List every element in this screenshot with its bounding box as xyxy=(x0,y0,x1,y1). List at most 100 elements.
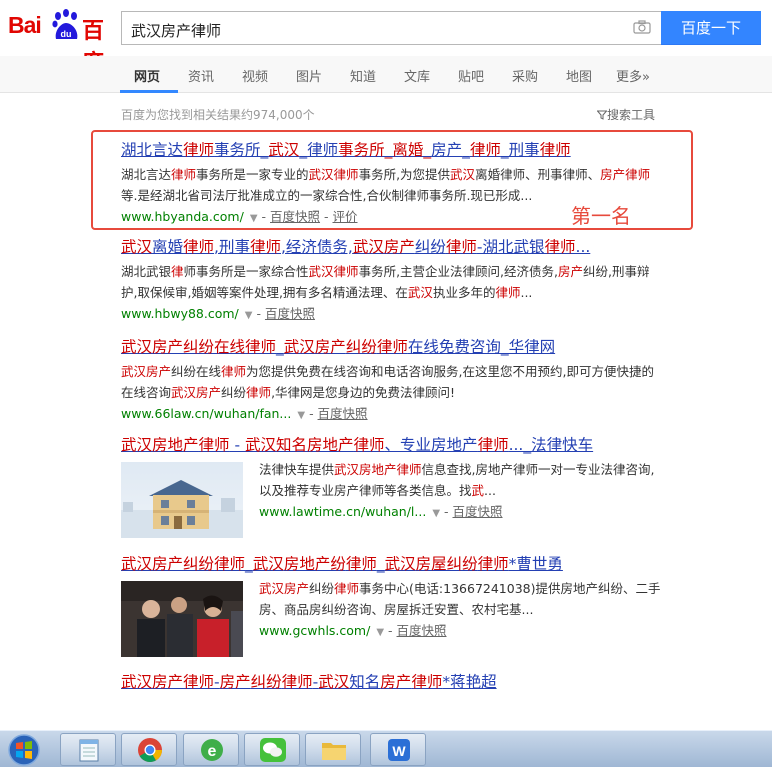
highlighted-keyword: 武汉房产 xyxy=(121,673,184,691)
text-segment: ... xyxy=(575,238,591,256)
chrome-icon xyxy=(138,738,162,763)
taskbar-browser[interactable]: e xyxy=(183,733,239,766)
highlighted-keyword: 武汉房产 xyxy=(121,338,184,356)
highlighted-keyword: 知名房地产 xyxy=(276,436,354,454)
highlighted-keyword: 武汉 xyxy=(407,285,433,300)
result-abstract: 法律快车提供武汉房地产律师信息查找,房地产律师一对一专业法律咨询,以及推荐专业房… xyxy=(259,459,661,501)
search-tabs: 网页 资讯 视频 图片 知道 文库 贴吧 采购 地图 更多» xyxy=(0,56,772,93)
highlighted-keyword: 律师 xyxy=(281,673,313,691)
highlighted-keyword: 律师 xyxy=(246,385,272,400)
text-segment: _ xyxy=(376,555,385,573)
highlighted-keyword: 房地产纷 xyxy=(283,555,346,573)
result-url[interactable]: www.66law.cn/wuhan/fan... xyxy=(121,406,291,421)
highlighted-keyword: 律师 xyxy=(198,436,230,454)
result-title[interactable]: 武汉房产律师-房产纠纷律师-武汉知名房产律师*蒋艳超 xyxy=(121,671,661,693)
result-title[interactable]: 武汉房产纠纷在线律师_武汉房产纠纷律师在线免费咨询_华律网 xyxy=(121,336,661,358)
search-input[interactable]: 武汉房产律师 xyxy=(121,11,661,45)
text-segment: ,刑事 xyxy=(214,238,250,256)
result-2: 武汉离婚律师,刑事律师,经济债务,武汉房产纠纷律师-湖北武银律师... 湖北武银… xyxy=(121,236,661,326)
highlighted-keyword: 武汉 xyxy=(245,436,277,454)
tab-zhidao[interactable]: 知道 xyxy=(350,66,376,85)
text-segment: 湖北武银 xyxy=(121,264,172,279)
result-url[interactable]: www.gcwhls.com/ xyxy=(259,623,370,638)
snapshot-link[interactable]: 百度快照 xyxy=(265,306,315,321)
snapshot-link[interactable]: 百度快照 xyxy=(318,406,368,421)
url-dropdown-icon[interactable]: ▼ xyxy=(432,508,440,519)
highlighted-keyword: 武汉律师 xyxy=(308,264,359,279)
highlighted-keyword: 律师 xyxy=(183,238,215,256)
result-url[interactable]: www.lawtime.cn/wuhan/l... xyxy=(259,504,426,519)
highlighted-keyword: 武汉 xyxy=(384,555,416,573)
text-segment: 在线免费咨询_华律网 xyxy=(407,338,556,356)
highlighted-keyword: 律师 xyxy=(334,581,360,596)
text-segment: *曹世勇 xyxy=(508,555,563,573)
tab-wenku[interactable]: 文库 xyxy=(404,66,430,85)
tab-more[interactable]: 更多» xyxy=(616,66,650,85)
paw-icon: du xyxy=(52,9,78,39)
highlighted-keyword: 房屋纠纷 xyxy=(415,555,478,573)
text-segment: 纠纷 xyxy=(309,581,335,596)
taskbar-wps[interactable]: W xyxy=(370,733,426,766)
result-thumbnail-people[interactable] xyxy=(121,581,243,657)
highlighted-keyword: 纠纷 xyxy=(345,338,377,356)
baidu-logo[interactable]: Bai du 百度 xyxy=(8,9,112,76)
highlighted-keyword: 律师 xyxy=(249,238,281,256)
start-button-icon[interactable] xyxy=(4,734,44,766)
search-tools-button[interactable]: 搜索工具 xyxy=(596,106,655,123)
highlighted-keyword: 武汉房产 xyxy=(352,238,415,256)
result-6: 武汉房产律师-房产纠纷律师-武汉知名房产律师*蒋艳超 xyxy=(121,671,661,693)
text-segment: 师事务所是一家综合性 xyxy=(183,264,309,279)
text-segment: ,经济债务, xyxy=(281,238,353,256)
highlighted-keyword: 律师 xyxy=(353,436,385,454)
highlighted-keyword: 武汉房产 xyxy=(121,364,172,379)
highlighted-keyword: 律师 xyxy=(411,673,443,691)
taskbar-explorer[interactable] xyxy=(305,733,361,766)
filter-icon xyxy=(596,110,608,120)
text-segment: 纠纷 xyxy=(414,238,446,256)
highlighted-keyword: 纠纷在线 xyxy=(183,338,246,356)
result-4: 武汉房地产律师 - 武汉知名房地产律师、专业房地产律师..._法律快车 法律快车… xyxy=(121,434,661,538)
taskbar-chrome[interactable] xyxy=(121,733,177,766)
snapshot-link[interactable]: 百度快照 xyxy=(397,623,447,638)
tab-news[interactable]: 资讯 xyxy=(188,66,214,85)
url-dropdown-icon[interactable]: ▼ xyxy=(376,627,384,638)
tab-tieba[interactable]: 贴吧 xyxy=(458,66,484,85)
result-url[interactable]: www.hbwy88.com/ xyxy=(121,306,239,321)
camera-icon[interactable] xyxy=(633,20,651,34)
text-segment: _ xyxy=(276,338,284,356)
highlighted-keyword: 纠纷 xyxy=(250,673,282,691)
highlighted-keyword: 律师 xyxy=(245,338,277,356)
result-title[interactable]: 武汉房地产律师 - 武汉知名房地产律师、专业房地产律师..._法律快车 xyxy=(121,434,661,456)
taskbar-notepad[interactable] xyxy=(60,733,116,766)
text-segment: -湖北武银 xyxy=(476,238,545,256)
text-segment: 纠纷在线 xyxy=(171,364,222,379)
result-title[interactable]: 武汉离婚律师,刑事律师,经济债务,武汉房产纠纷律师-湖北武银律师... xyxy=(121,236,661,258)
snapshot-link[interactable]: 百度快照 xyxy=(453,504,503,519)
browser-e-icon: e xyxy=(201,739,223,761)
url-dropdown-icon[interactable]: ▼ xyxy=(297,410,305,421)
result-thumbnail-house[interactable] xyxy=(121,462,243,538)
logo-latin: Bai xyxy=(8,12,42,38)
result-abstract: 武汉房产纠纷律师事务中心(电话:13667241038)提供房地产纠纷、二手房、… xyxy=(259,578,661,620)
text-segment: 、专业房地产 xyxy=(384,436,478,454)
tab-web[interactable]: 网页 xyxy=(134,66,160,85)
tab-map[interactable]: 地图 xyxy=(566,66,592,85)
text-segment: ... xyxy=(484,483,496,498)
svg-text:W: W xyxy=(392,743,406,759)
tab-video[interactable]: 视频 xyxy=(242,66,268,85)
tab-caigou[interactable]: 采购 xyxy=(512,66,538,85)
highlighted-keyword: 律师 xyxy=(445,238,477,256)
highlighted-keyword: 律师 xyxy=(495,285,521,300)
search-button[interactable]: 百度一下 xyxy=(661,11,761,45)
url-dropdown-icon[interactable]: ▼ xyxy=(245,310,253,321)
search-value: 武汉房产律师 xyxy=(131,22,222,40)
taskbar-wechat[interactable] xyxy=(244,733,300,766)
logo-paw-text: du xyxy=(61,29,72,39)
highlighted-keyword: 武汉 xyxy=(318,673,350,691)
result-title[interactable]: 武汉房产纠纷律师_武汉房地产纷律师_武汉房屋纠纷律师*曹世勇 xyxy=(121,553,661,575)
text-segment: 事务所,主营企业法律顾问,经济债务, xyxy=(358,264,558,279)
tab-images[interactable]: 图片 xyxy=(296,66,322,85)
result-count: 百度为您找到相关结果约974,000个 xyxy=(121,108,315,122)
text-segment: 知名 xyxy=(349,673,381,691)
highlighted-keyword: 房产 xyxy=(219,673,251,691)
